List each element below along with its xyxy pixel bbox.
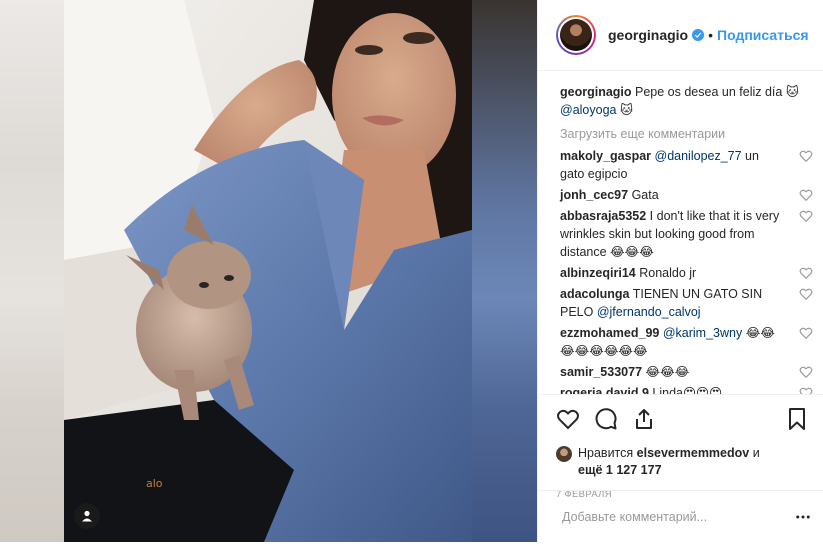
comment-username[interactable]: abbasraja5352	[560, 209, 646, 223]
comment-item: makoly_gaspar @danilopez_77 un gato egip…	[560, 147, 813, 183]
post-header: georginagio • Подписаться	[538, 0, 823, 71]
likes-summary: Нравится elsevermemmedov и ещё 1 127 177	[556, 445, 809, 479]
separator-dot: •	[708, 27, 714, 43]
likes-count[interactable]: ещё 1 127 177	[578, 463, 662, 477]
comment-item: ezzmohamed_99 @karim_3wny 😂😂😂😂😂😂😂😂	[560, 324, 813, 360]
media-blur-background-left	[0, 0, 64, 542]
caption-tail: 🐱	[619, 103, 633, 117]
post-photo-illustration: alo	[64, 0, 472, 542]
comments-list[interactable]: georginagio Pepe os desea un feliz día 🐱…	[538, 71, 823, 394]
comment-mention[interactable]: @jfernando_calvoj	[597, 305, 701, 319]
comment-input[interactable]	[560, 508, 794, 525]
comment-username[interactable]: adacolunga	[560, 287, 629, 301]
comment-item: rogeria.david.9 Linda😍😍😍	[560, 384, 813, 394]
follow-button[interactable]: Подписаться	[717, 27, 809, 43]
comment-username[interactable]: rogeria.david.9	[560, 386, 649, 394]
post-caption: georginagio Pepe os desea un feliz día 🐱…	[560, 83, 813, 119]
liker-avatar[interactable]	[556, 446, 572, 462]
comment-like-heart-icon[interactable]	[799, 386, 813, 394]
verified-badge-icon	[692, 29, 705, 41]
comment-like-heart-icon[interactable]	[799, 326, 813, 340]
comment-item: adacolunga TIENEN UN GATO SIN PELO @jfer…	[560, 285, 813, 321]
avatar-inner	[558, 17, 594, 53]
likes-prefix: Нравится	[578, 446, 634, 460]
avatar-image	[560, 19, 592, 51]
comment-text: 😂😂😂	[645, 365, 690, 379]
post-media-area: alo	[0, 0, 537, 542]
comment-like-heart-icon[interactable]	[799, 209, 813, 223]
more-options-icon[interactable]	[794, 508, 812, 526]
comment-like-heart-icon[interactable]	[799, 365, 813, 379]
comment-item: jonh_cec97 Gata	[560, 186, 813, 204]
bookmark-icon[interactable]	[785, 407, 809, 431]
comment-like-heart-icon[interactable]	[799, 266, 813, 280]
comment-like-heart-icon[interactable]	[799, 188, 813, 202]
comment-username[interactable]: ezzmohamed_99	[560, 326, 659, 340]
comment-text: Gata	[631, 188, 659, 202]
likes-text: Нравится elsevermemmedov и ещё 1 127 177	[578, 445, 760, 479]
action-icons-row	[556, 405, 809, 433]
comment-item: abbasraja5352 I don't like that it is ve…	[560, 207, 813, 261]
post-photo[interactable]: alo	[64, 0, 472, 542]
comment-text: Ronaldo jr	[639, 266, 697, 280]
comment-mention[interactable]: @danilopez_77	[655, 149, 742, 163]
caption-username[interactable]: georginagio	[560, 85, 632, 99]
caption-mention[interactable]: @aloyoga	[560, 103, 616, 117]
comment-like-heart-icon[interactable]	[799, 149, 813, 163]
share-icon[interactable]	[632, 407, 656, 431]
user-tag-icon	[82, 510, 92, 522]
checkmark-icon	[694, 32, 702, 38]
comment-username[interactable]: makoly_gaspar	[560, 149, 651, 163]
likes-suffix: и	[752, 446, 760, 460]
comment-item: samir_533077 😂😂😂	[560, 363, 813, 381]
heart-icon[interactable]	[556, 407, 580, 431]
add-comment-bar	[538, 490, 823, 542]
user-tag-button[interactable]	[74, 503, 100, 529]
comment-item: albinzeqiri14 Ronaldo jr	[560, 264, 813, 282]
svg-text:alo: alo	[146, 477, 163, 490]
comment-text: Linda😍😍😍	[652, 386, 723, 394]
likes-user[interactable]: elsevermemmedov	[637, 446, 750, 460]
caption-text: Pepe os desea un feliz día 🐱	[635, 85, 799, 99]
comment-username[interactable]: samir_533077	[560, 365, 642, 379]
comment-icon[interactable]	[594, 407, 618, 431]
post-side-panel: georginagio • Подписаться georginagio Pe…	[537, 0, 823, 542]
load-more-comments[interactable]: Загрузить еще комментарии	[560, 127, 813, 141]
comment-mention[interactable]: @karim_3wny	[663, 326, 742, 340]
comment-username[interactable]: albinzeqiri14	[560, 266, 636, 280]
author-username[interactable]: georginagio	[608, 27, 688, 43]
author-avatar[interactable]	[556, 15, 596, 55]
media-blur-background-right	[472, 0, 537, 542]
comment-like-heart-icon[interactable]	[799, 287, 813, 301]
comment-username[interactable]: jonh_cec97	[560, 188, 628, 202]
